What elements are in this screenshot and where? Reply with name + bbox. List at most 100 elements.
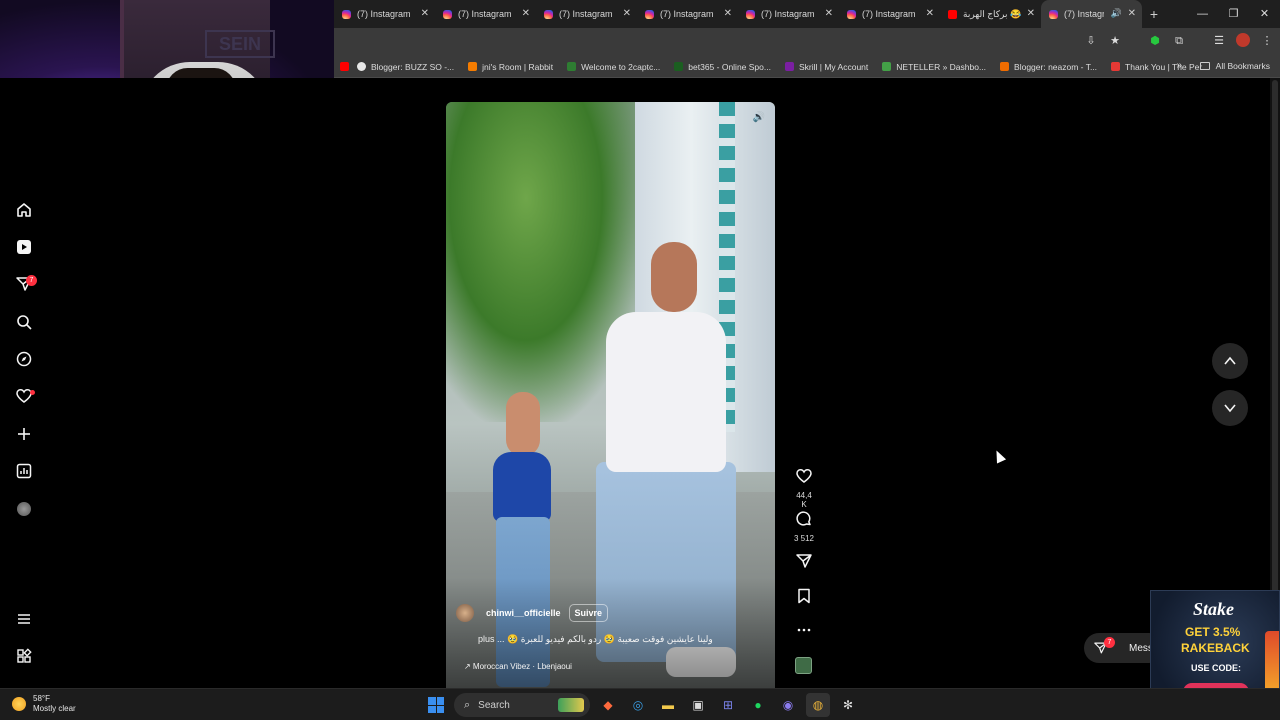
close-tab-icon[interactable]: ✕ bbox=[724, 8, 732, 19]
screen: SEIN (7) Instagram ✕ (7) Instagram ✕ (7) I… bbox=[0, 0, 1280, 720]
edge-browser-icon[interactable]: ◎ bbox=[626, 693, 650, 717]
ad-brand: Stake bbox=[1193, 599, 1235, 619]
next-reel-button[interactable] bbox=[1212, 390, 1248, 426]
spotify-icon[interactable]: ● bbox=[746, 693, 770, 717]
new-tab-button[interactable]: + bbox=[1142, 6, 1166, 22]
browser-tab[interactable]: برکاج الهربة 😂 ✕ bbox=[940, 0, 1041, 28]
bookmark-label: jni's Room | Rabbit bbox=[482, 61, 554, 72]
author-username[interactable]: chinwi__officielle bbox=[486, 608, 561, 618]
audio-thumbnail[interactable] bbox=[795, 657, 812, 674]
activity-dot bbox=[30, 390, 35, 395]
all-bookmarks-button[interactable]: All Bookmarks bbox=[1199, 61, 1270, 71]
install-app-icon[interactable]: ⇩ bbox=[1084, 33, 1098, 49]
share-icon[interactable] bbox=[793, 553, 815, 574]
home-icon[interactable] bbox=[14, 200, 34, 220]
create-plus-icon[interactable] bbox=[14, 424, 34, 444]
browser-tab[interactable]: (7) Instagram ✕ bbox=[738, 0, 839, 28]
restore-button[interactable]: ❐ bbox=[1218, 0, 1249, 28]
close-tab-icon[interactable]: ✕ bbox=[522, 8, 530, 19]
tab-title: برکاج الهربة 😂 bbox=[963, 8, 1022, 19]
search-icon[interactable] bbox=[14, 312, 34, 332]
messages-badge: 7 bbox=[1104, 637, 1115, 648]
meta-apps-icon[interactable] bbox=[14, 646, 34, 666]
taskbar-apps: ⌕ Search ◆ ◎ ▬ ▣ ⊞ ● ◉ ◍ ✻ bbox=[424, 693, 860, 717]
reel-video[interactable]: 🔊 chinwi__officielle Suivre plus ... 🥹 و… bbox=[446, 102, 775, 688]
reels-icon[interactable] bbox=[14, 237, 34, 257]
weather-text: 58°F Mostly clear bbox=[33, 694, 76, 714]
like-action[interactable]: 44,4 K bbox=[793, 468, 815, 509]
mute-toggle-icon[interactable]: 🔊 bbox=[751, 110, 767, 126]
reel-audio[interactable]: ↗ Moroccan Vibez · Lbenjaoui bbox=[464, 662, 572, 671]
bookmark-item[interactable]: Welcome to 2captc... bbox=[567, 62, 660, 72]
bookmark-item[interactable]: Thank You | The Per... bbox=[1111, 62, 1209, 72]
close-tab-icon[interactable]: ✕ bbox=[421, 8, 429, 19]
menu-hamburger-icon[interactable] bbox=[14, 609, 34, 629]
bookmark-favicon bbox=[1000, 62, 1010, 71]
instagram-icon bbox=[847, 9, 856, 19]
bookmark-item[interactable]: Blogger: neazom - T... bbox=[1000, 62, 1097, 72]
previous-reel-button[interactable] bbox=[1212, 343, 1248, 379]
bookmark-item[interactable]: bet365 - Online Spo... bbox=[674, 62, 771, 72]
close-window-button[interactable]: ✕ bbox=[1249, 0, 1280, 28]
bookmark-label: bet365 - Online Spo... bbox=[688, 61, 771, 72]
heart-icon[interactable] bbox=[14, 386, 34, 406]
bookmark-favicon bbox=[1111, 62, 1121, 71]
extensions-icon[interactable]: ⧉ bbox=[1172, 33, 1186, 49]
follow-button[interactable]: Suivre bbox=[568, 604, 609, 622]
discord-icon[interactable]: ◉ bbox=[776, 693, 800, 717]
notification-badge: 7 bbox=[26, 275, 37, 286]
weather-temp: 58°F bbox=[33, 694, 50, 703]
browser-tab[interactable]: (7) Instagram ✕ bbox=[637, 0, 738, 28]
media-control-icon[interactable]: ☰ bbox=[1212, 33, 1226, 49]
save-bookmark-icon[interactable] bbox=[793, 588, 815, 609]
taskbar-search[interactable]: ⌕ Search bbox=[454, 693, 590, 717]
browser-tab[interactable]: (7) Instagram ✕ bbox=[435, 0, 536, 28]
bookmark-favicon bbox=[784, 62, 794, 71]
scrollbar-thumb[interactable] bbox=[1272, 80, 1278, 600]
youtube-icon[interactable] bbox=[340, 62, 349, 71]
browser-toolbar: ⇩ ★ ⬢ ⧉ ☰ ⋮ bbox=[334, 28, 1280, 56]
close-tab-icon[interactable]: ✕ bbox=[623, 8, 631, 19]
bookmark-item[interactable]: jni's Room | Rabbit bbox=[468, 62, 553, 72]
browser-tab[interactable]: (7) Instagram ✕ bbox=[839, 0, 940, 28]
profile-avatar[interactable] bbox=[17, 502, 31, 516]
reel-caption[interactable]: plus ... 🥹 ولينا عايشين فوقت صعيبة 🥹 ردو… bbox=[478, 634, 713, 645]
tab-title: (7) Instagram bbox=[761, 9, 815, 19]
dashboard-icon[interactable] bbox=[14, 461, 34, 481]
ad-headline-1: GET 3.5% bbox=[1185, 625, 1241, 639]
bookmark-label: Blogger: BUZZ SO -... bbox=[371, 61, 455, 72]
app-icon-orange[interactable]: ◆ bbox=[596, 693, 620, 717]
bookmark-item[interactable]: Skrill | My Account bbox=[784, 62, 868, 72]
bookmark-item[interactable]: Blogger: BUZZ SO -... bbox=[357, 62, 454, 72]
close-tab-icon[interactable]: ✕ bbox=[1128, 8, 1136, 19]
browser-tab-active[interactable]: (7) Instagram 🔊 ✕ bbox=[1041, 0, 1142, 28]
bookmark-star-icon[interactable]: ★ bbox=[1108, 33, 1122, 49]
bookmark-item[interactable]: NETELLER » Dashbo... bbox=[882, 62, 986, 72]
more-options-icon[interactable] bbox=[793, 622, 815, 643]
explore-compass-icon[interactable] bbox=[14, 349, 34, 369]
author-avatar[interactable] bbox=[456, 604, 474, 622]
windows-start-icon[interactable] bbox=[424, 693, 448, 717]
file-explorer-icon[interactable]: ▬ bbox=[656, 693, 680, 717]
speaker-icon[interactable]: 🔊 bbox=[1111, 8, 1122, 19]
search-highlight-image bbox=[558, 698, 584, 712]
bookmarks-overflow-button[interactable]: » bbox=[1176, 60, 1182, 71]
minimize-button[interactable]: — bbox=[1187, 0, 1218, 28]
profile-avatar[interactable] bbox=[1236, 33, 1250, 47]
close-tab-icon[interactable]: ✕ bbox=[926, 8, 934, 19]
like-heart-icon bbox=[796, 469, 812, 483]
weather-widget[interactable]: 58°F Mostly clear bbox=[12, 694, 76, 714]
browser-tab[interactable]: (7) Instagram ✕ bbox=[334, 0, 435, 28]
menu-kebab-icon[interactable]: ⋮ bbox=[1260, 33, 1274, 49]
chrome-icon[interactable]: ◍ bbox=[806, 693, 830, 717]
shield-icon[interactable]: ⬢ bbox=[1148, 33, 1162, 49]
close-tab-icon[interactable]: ✕ bbox=[825, 8, 833, 19]
teams-icon[interactable]: ⊞ bbox=[716, 693, 740, 717]
close-tab-icon[interactable]: ✕ bbox=[1027, 8, 1035, 19]
store-icon[interactable]: ▣ bbox=[686, 693, 710, 717]
app-icon-gear[interactable]: ✻ bbox=[836, 693, 860, 717]
video-person-man-head bbox=[651, 242, 697, 312]
instagram-icon bbox=[1049, 9, 1058, 19]
comment-action[interactable]: 3 512 bbox=[793, 511, 815, 543]
browser-tab[interactable]: (7) Instagram ✕ bbox=[536, 0, 637, 28]
